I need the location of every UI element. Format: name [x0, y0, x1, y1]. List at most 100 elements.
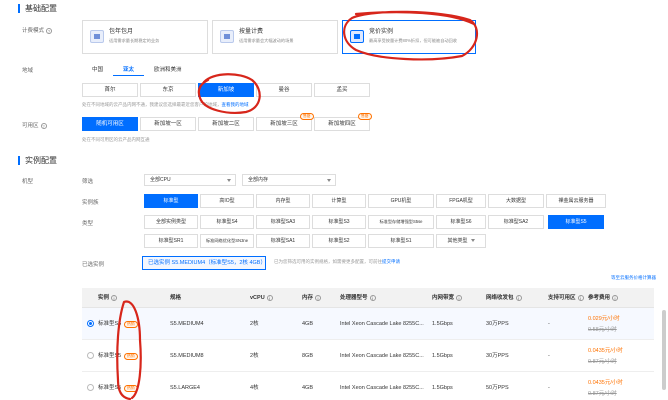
tab-china[interactable]: 中国 [82, 62, 113, 76]
info-icon[interactable]: i [515, 294, 522, 301]
tab-europe-americas[interactable]: 欧洲和美洲 [144, 62, 192, 76]
col-zone-text: 支持可用区 [548, 295, 576, 301]
type-sn3ne[interactable]: 标准网络优化型SN3ne [200, 234, 254, 248]
type-other[interactable]: 其他类型 [436, 234, 486, 248]
family-compute[interactable]: 计算型 [312, 194, 366, 208]
region-bangkok[interactable]: 曼谷 [256, 83, 312, 97]
billing-card-title: 竞价实例 [369, 29, 394, 35]
cell-instance: 标准型S5 [98, 385, 122, 391]
billing-card-spot[interactable]: 竞价实例 最高享受按量计费80%折扣，但可能被自动回收 [342, 20, 476, 54]
family-standard[interactable]: 标准型 [144, 194, 198, 208]
row-radio[interactable] [87, 352, 94, 359]
memory-select-value: 全部内存 [248, 177, 269, 183]
cell-instance: 标准型S5 [98, 321, 122, 327]
info-icon[interactable]: i [612, 294, 619, 301]
type-s5se[interactable]: 标准型存储增强型S5se [368, 215, 434, 229]
region-singapore[interactable]: 新加坡 [198, 83, 254, 97]
memory-select[interactable]: 全部内存 [242, 174, 336, 186]
family-fpga[interactable]: FPGA机型 [436, 194, 486, 208]
type-sa2[interactable]: 标准型SA2 [488, 215, 544, 229]
help-icon[interactable]: ? [40, 122, 47, 129]
billing-card-desc: 适用需求量长期稳定的业务 [109, 38, 160, 43]
type-other-label: 其他类型 [447, 238, 468, 244]
chosen-note: 已为您筛选可用的实例规格，如需要更多配置，可前往提交申请 [274, 259, 400, 265]
type-s2[interactable]: 标准型S2 [312, 234, 366, 248]
cpu-select-value: 全部CPU [150, 177, 171, 183]
cell-pps: 30万PPS [486, 353, 509, 359]
col-bandwidth: 内网带宽 i [432, 288, 463, 308]
zone-label: 可用区? [22, 121, 47, 129]
info-icon[interactable]: i [577, 294, 584, 301]
hot-badge: 热销 [124, 385, 138, 392]
zone-sg-1[interactable]: 新加坡一区 [140, 117, 196, 131]
col-vcpu-text: vCPU [250, 295, 265, 301]
family-high-io[interactable]: 高IO型 [200, 194, 254, 208]
col-vcpu: vCPU i [250, 288, 273, 308]
cell-price: 0.0435元/小时 0.87元/小时 [588, 347, 623, 366]
family-bare-metal[interactable]: 裸金属云服务器 [546, 194, 606, 208]
zone-sg-2[interactable]: 新加坡二区 [198, 117, 254, 131]
cell-zone: - [548, 385, 550, 391]
type-s4[interactable]: 标准型S4 [200, 215, 254, 229]
info-icon[interactable]: i [315, 294, 322, 301]
cell-vcpu: 4核 [250, 385, 259, 391]
section-title-instance: 实例配置 [18, 155, 57, 166]
table-row[interactable]: 标准型S5 热销 S5.MEDIUM4 2核 4GB Intel Xeon Ca… [82, 308, 654, 340]
table-row[interactable]: 标准型S5 热销 S5.LARGE4 4核 4GB Intel Xeon Cas… [82, 372, 654, 400]
section-title-basic: 基础配置 [18, 3, 57, 14]
family-memory[interactable]: 内存型 [256, 194, 310, 208]
family-label: 实例族 [82, 200, 99, 206]
cell-vcpu: 2核 [250, 353, 259, 359]
table-scrollbar[interactable] [662, 310, 666, 390]
type-sr1[interactable]: 标准型SR1 [144, 234, 198, 248]
section-title-text: 基础配置 [25, 4, 57, 13]
row-radio[interactable] [87, 320, 94, 327]
region-tabs: 中国 亚太 欧洲和美洲 [82, 62, 192, 76]
region-mumbai[interactable]: 孟买 [314, 83, 370, 97]
price-calculator-link[interactable]: 等至云服务价格计算器 [611, 275, 656, 281]
info-icon[interactable]: i [456, 294, 463, 301]
tab-asia-pacific[interactable]: 亚太 [113, 62, 145, 76]
region-tokyo[interactable]: 东京 [140, 83, 196, 97]
type-s6[interactable]: 标准型S6 [436, 215, 486, 229]
cell-cpu-model: Intel Xeon Cascade Lake 8255C... [340, 321, 424, 327]
cell-pps: 50万PPS [486, 385, 509, 391]
col-bandwidth-text: 内网带宽 [432, 295, 455, 301]
cell-instance: 标准型S5 [98, 353, 122, 359]
type-label: 类型 [82, 221, 94, 227]
clock-icon [220, 30, 234, 43]
region-note-link[interactable]: 查看我的地域 [222, 102, 249, 107]
price-now: 0.0435元/小时 [588, 348, 623, 354]
chosen-label: 已选实例 [82, 262, 105, 268]
help-icon[interactable]: ? [46, 27, 53, 34]
type-sa1[interactable]: 标准型SA1 [256, 234, 310, 248]
family-big-data[interactable]: 大数据型 [488, 194, 544, 208]
col-cpu-model: 处理器型号 i [340, 288, 376, 308]
info-icon[interactable]: i [266, 294, 273, 301]
billing-card-payg[interactable]: 按量计费 适用需求量会大幅波动的场景 [212, 20, 338, 54]
billing-card-desc: 最高享受按量计费80%折扣，但可能被自动回收 [369, 38, 457, 43]
type-s3[interactable]: 标准型S3 [312, 215, 366, 229]
apply-link[interactable]: 提交申请 [382, 259, 400, 264]
row-radio[interactable] [87, 384, 94, 391]
billing-card-monthly[interactable]: 包年包月 适用需求量长期稳定的业务 [82, 20, 208, 54]
cpu-select[interactable]: 全部CPU [144, 174, 236, 186]
type-s5[interactable]: 标准型S5 [548, 215, 604, 229]
table-row[interactable]: 标准型S5 热销 S5.MEDIUM8 2核 8GB Intel Xeon Ca… [82, 340, 654, 372]
sold-out-badge: 售罄 [300, 113, 314, 120]
price-old: 0.87元/小时 [588, 359, 617, 365]
type-sa3[interactable]: 标准型SA3 [256, 215, 310, 229]
zone-random[interactable]: 随机可用区 [82, 117, 138, 131]
type-all[interactable]: 全部实例类型 [144, 215, 198, 229]
type-s1[interactable]: 标准型S1 [368, 234, 434, 248]
info-icon[interactable]: i [111, 294, 118, 301]
info-icon[interactable]: i [369, 294, 376, 301]
cell-pps: 30万PPS [486, 321, 509, 327]
region-seoul[interactable]: 首尔 [82, 83, 138, 97]
hot-badge: 热销 [124, 353, 138, 360]
section-title-text: 实例配置 [25, 156, 57, 165]
section-bar [18, 156, 20, 165]
cell-memory: 8GB [302, 353, 314, 359]
tag-icon [350, 30, 364, 43]
family-gpu[interactable]: GPU机型 [368, 194, 434, 208]
